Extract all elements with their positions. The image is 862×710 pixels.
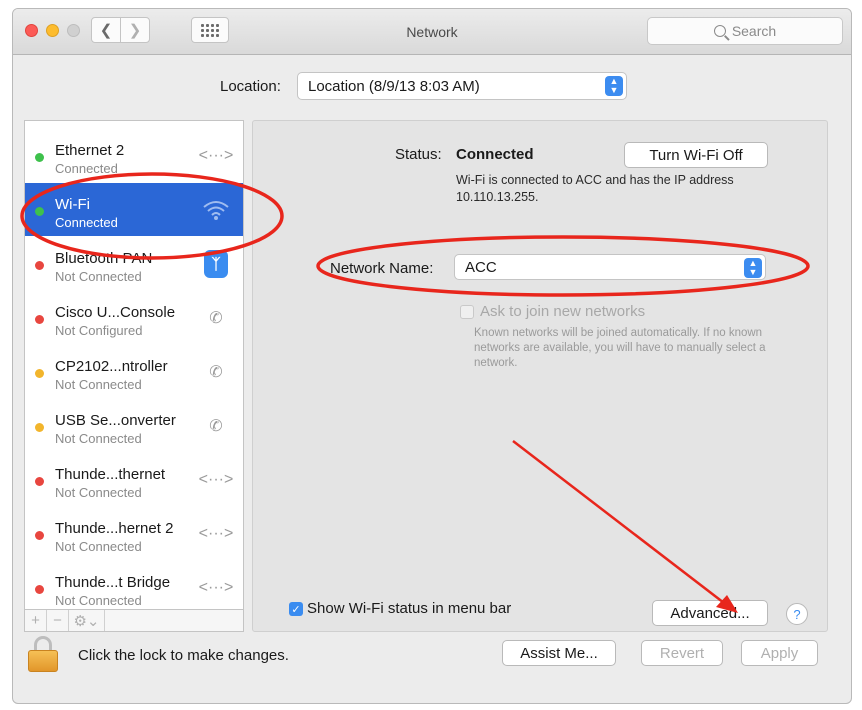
network-name-select[interactable]: ACC ▲ ▼	[454, 254, 766, 280]
show-wifi-status-checkbox[interactable]: ✓	[289, 602, 303, 616]
ethernet-icon: <···>	[198, 147, 234, 164]
status-description: Wi-Fi is connected to ACC and has the IP…	[456, 173, 734, 204]
service-status: Connected	[55, 215, 118, 230]
turn-wifi-off-button[interactable]: Turn Wi-Fi Off	[624, 142, 768, 168]
status-dot	[35, 531, 44, 540]
status-dot	[35, 315, 44, 324]
apply-button[interactable]: Apply	[741, 640, 818, 666]
location-value: Location (8/9/13 8:03 AM)	[308, 77, 480, 95]
status-dot	[35, 477, 44, 486]
bluetooth-icon: ᛉ	[199, 249, 233, 279]
service-name: Ethernet 2	[55, 142, 125, 159]
help-button[interactable]: ?	[786, 603, 808, 625]
status-dot	[35, 153, 44, 162]
service-status: Not Configured	[55, 323, 143, 338]
title-bar: ❮ ❯ Network Search	[13, 9, 851, 55]
status-dot	[35, 207, 44, 216]
updown-chevron-icon: ▲ ▼	[744, 258, 762, 278]
service-list[interactable]: Ethernet 2 Connected <···> Wi-Fi Connect…	[24, 120, 244, 632]
service-name: Thunde...hernet 2	[55, 520, 174, 537]
wifi-icon	[199, 195, 233, 225]
network-name-value: ACC	[465, 258, 497, 276]
status-value: Connected	[456, 146, 534, 163]
service-status: Not Connected	[55, 485, 142, 500]
minus-icon: −	[53, 612, 62, 629]
phone-icon: ✆	[209, 364, 223, 381]
add-service-button[interactable]: +	[25, 610, 47, 631]
service-item-thunderbolt-ethernet[interactable]: Thunde...thernet Not Connected <···>	[25, 453, 243, 506]
service-item-ethernet-2[interactable]: Ethernet 2 Connected <···>	[25, 129, 243, 182]
phone-icon: ✆	[209, 418, 223, 435]
service-status: Not Connected	[55, 377, 142, 392]
search-icon	[713, 25, 726, 37]
ethernet-icon: <···>	[198, 525, 234, 542]
ask-to-join-label: Ask to join new networks	[480, 303, 646, 320]
search-field[interactable]: Search	[647, 17, 843, 45]
status-dot	[35, 423, 44, 432]
status-dot	[35, 585, 44, 594]
service-item-wi-fi[interactable]: Wi-Fi Connected	[25, 183, 243, 236]
checkmark-icon: ✓	[291, 603, 301, 616]
location-select[interactable]: Location (8/9/13 8:03 AM) ▲ ▼	[297, 72, 627, 100]
ethernet-icon: <···>	[198, 471, 234, 488]
service-status: Connected	[55, 161, 118, 176]
service-name: Bluetooth PAN	[55, 250, 153, 267]
service-item-cp2102-controller[interactable]: CP2102...ntroller Not Connected ✆	[25, 345, 243, 398]
search-placeholder: Search	[731, 23, 777, 39]
service-item-thunderbolt-bridge[interactable]: Thunde...t Bridge Not Connected <···>	[25, 561, 243, 614]
ask-to-join-checkbox[interactable]	[460, 305, 474, 319]
service-name: USB Se...onverter	[55, 412, 176, 429]
service-name: CP2102...ntroller	[55, 358, 168, 375]
service-name: Thunde...t Bridge	[55, 574, 171, 591]
service-list-toolbar: + − ⚙⌄	[25, 609, 243, 631]
service-item-cisco-console[interactable]: Cisco U...Console Not Configured ✆	[25, 291, 243, 344]
assist-me-button[interactable]: Assist Me...	[502, 640, 616, 666]
service-status: Not Connected	[55, 593, 142, 608]
status-dot	[35, 369, 44, 378]
ask-to-join-description: Known networks will be joined automatica…	[474, 327, 766, 369]
service-item-bluetooth-pan[interactable]: Bluetooth PAN Not Connected ᛉ	[25, 237, 243, 290]
service-status: Not Connected	[55, 539, 142, 554]
service-item-thunderbolt-ethernet-2[interactable]: Thunde...hernet 2 Not Connected <···>	[25, 507, 243, 560]
service-status: Not Connected	[55, 431, 142, 446]
updown-chevron-icon: ▲ ▼	[605, 76, 623, 96]
service-name: Cisco U...Console	[55, 304, 176, 321]
ethernet-icon: <···>	[198, 579, 234, 596]
status-label: Status:	[395, 146, 442, 163]
advanced-button[interactable]: Advanced...	[652, 600, 768, 626]
gear-icon: ⚙⌄	[73, 612, 100, 630]
service-status: Not Connected	[55, 269, 142, 284]
phone-icon: ✆	[209, 310, 223, 327]
service-name: Thunde...thernet	[55, 466, 166, 483]
remove-service-button[interactable]: −	[47, 610, 69, 631]
service-name: Wi-Fi	[55, 196, 90, 213]
revert-button[interactable]: Revert	[641, 640, 723, 666]
lock-icon[interactable]	[28, 636, 58, 674]
plus-icon: +	[31, 612, 40, 629]
network-name-label: Network Name:	[330, 260, 434, 277]
show-wifi-status-label: Show Wi-Fi status in menu bar	[307, 600, 512, 617]
status-dot	[35, 261, 44, 270]
lock-message: Click the lock to make changes.	[78, 647, 289, 664]
action-menu-button[interactable]: ⚙⌄	[69, 610, 105, 631]
location-label: Location:	[220, 78, 281, 95]
service-item-usb-serial-converter[interactable]: USB Se...onverter Not Connected ✆	[25, 399, 243, 452]
